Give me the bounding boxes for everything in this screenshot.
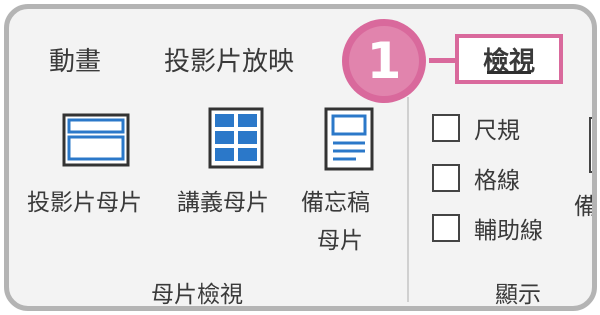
guides-checkbox-row[interactable]: 輔助線 xyxy=(432,211,543,245)
gridlines-checkbox-label[interactable]: 格線 xyxy=(474,161,520,195)
handout-master-button-label[interactable]: 講義母片 xyxy=(177,183,269,217)
cutoff-button-label[interactable]: 備 xyxy=(574,187,592,221)
guides-checkbox[interactable] xyxy=(432,214,460,242)
notes-master-button-label[interactable]: 備忘稿 xyxy=(301,183,370,217)
notes-master-button-label-line2[interactable]: 母片 xyxy=(317,221,363,255)
ribbon-frame: 動畫 投影片放映 1 檢視 投影片母片 講義母片 備忘稿 母片 母片檢視 尺規 … xyxy=(4,4,597,311)
slide-master-button-label[interactable]: 投影片母片 xyxy=(27,183,142,217)
tab-active-underline xyxy=(487,71,531,74)
callout-number-badge: 1 xyxy=(342,19,426,103)
guides-checkbox-label[interactable]: 輔助線 xyxy=(474,211,543,245)
tab-animation[interactable]: 動畫 xyxy=(49,41,101,78)
handout-master-icon[interactable] xyxy=(208,107,264,169)
group-separator xyxy=(407,97,409,302)
notes-page-icon-partial[interactable] xyxy=(589,117,592,173)
ruler-checkbox-row[interactable]: 尺規 xyxy=(432,111,520,145)
callout-connector xyxy=(429,58,457,63)
ruler-checkbox[interactable] xyxy=(432,114,460,142)
group-label-master-views: 母片檢視 xyxy=(151,282,243,308)
tab-view[interactable]: 檢視 xyxy=(455,34,563,84)
tab-slideshow[interactable]: 投影片放映 xyxy=(164,41,294,78)
ruler-checkbox-label[interactable]: 尺規 xyxy=(474,111,520,145)
gridlines-checkbox-row[interactable]: 格線 xyxy=(432,161,520,195)
slide-master-icon[interactable] xyxy=(62,113,130,167)
callout-number: 1 xyxy=(349,26,419,96)
gridlines-checkbox[interactable] xyxy=(432,164,460,192)
group-label-show: 顯示 xyxy=(495,282,541,308)
notes-master-icon[interactable] xyxy=(324,107,374,171)
